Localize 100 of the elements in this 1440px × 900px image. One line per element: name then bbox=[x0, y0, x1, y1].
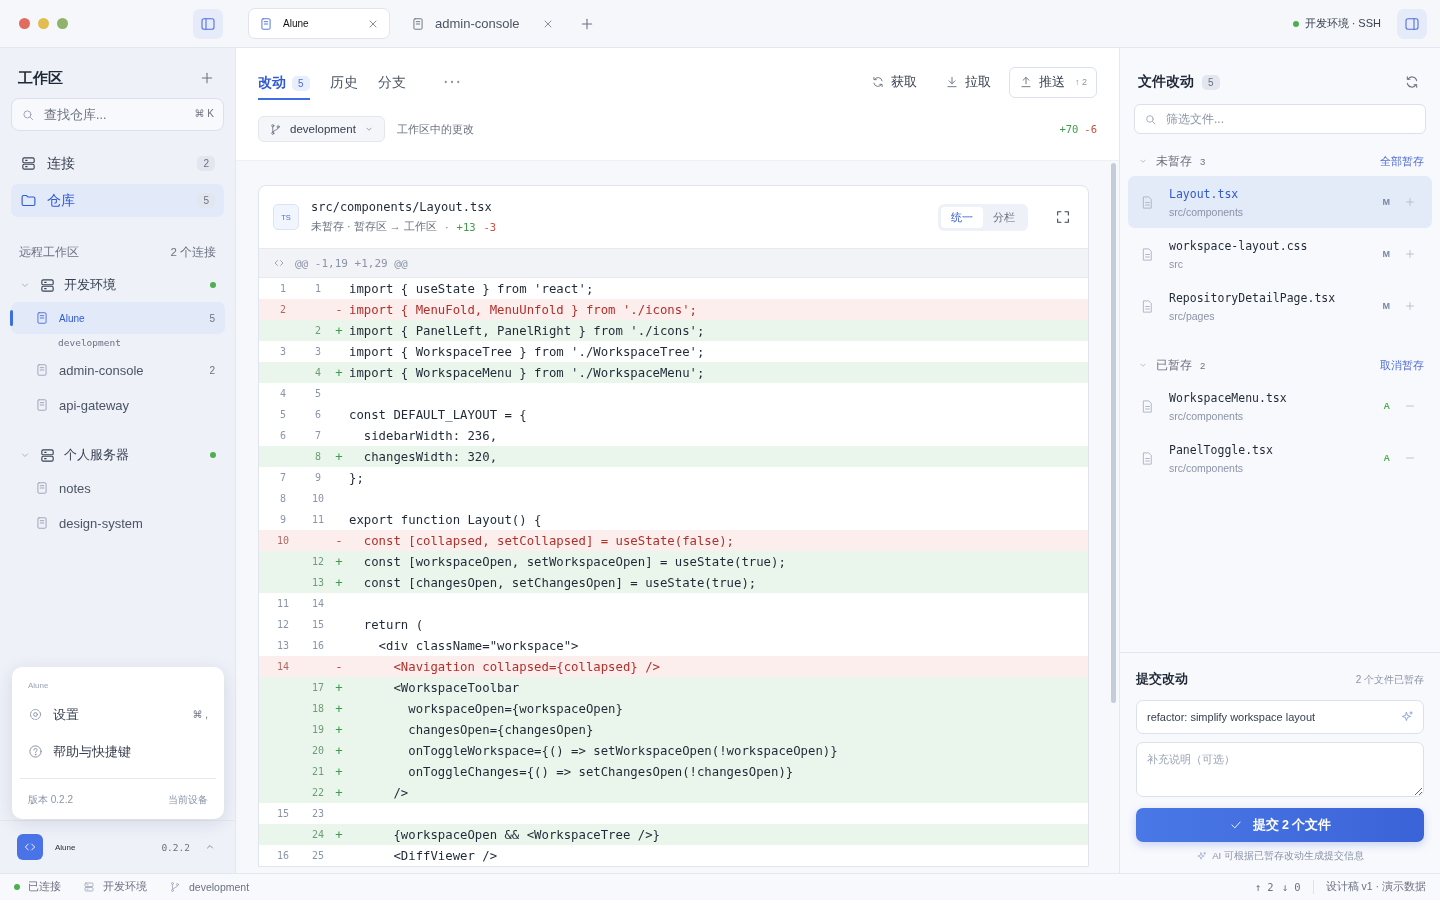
view-option[interactable]: 分栏 bbox=[983, 206, 1025, 228]
refresh-icon bbox=[1404, 74, 1420, 90]
code-icon bbox=[273, 257, 285, 269]
line-number: 6 bbox=[280, 430, 286, 441]
repository-tab[interactable]: Alune bbox=[248, 8, 390, 39]
changed-file-item[interactable]: RepositoryDetailPage.tsx src/pages M bbox=[1128, 280, 1432, 332]
changed-file-item[interactable]: Layout.tsx src/components M bbox=[1128, 176, 1432, 228]
minimize-window-button[interactable] bbox=[38, 18, 49, 29]
repository-item[interactable]: admin-console 2 bbox=[11, 354, 225, 386]
commit-title: 提交改动 bbox=[1136, 671, 1188, 688]
search-icon bbox=[1144, 113, 1157, 126]
code-text: import { WorkspaceMenu } from './WorkspaceMenu'; bbox=[349, 365, 705, 380]
count-badge: 5 bbox=[1202, 74, 1220, 90]
diff-sign: + bbox=[335, 365, 343, 380]
menu-item[interactable]: 设置 ⌘ , bbox=[12, 696, 224, 733]
server-icon bbox=[39, 276, 56, 294]
line-number: 10 bbox=[311, 493, 324, 504]
repository-item[interactable]: Alune 5 bbox=[11, 302, 225, 334]
close-window-button[interactable] bbox=[19, 18, 30, 29]
diff-sign: - bbox=[335, 302, 343, 317]
line-number: 19 bbox=[311, 724, 324, 735]
more-icon bbox=[443, 80, 460, 84]
line-number: 5 bbox=[280, 409, 286, 420]
diff-source-label: 未暂存 · 暂存区 → 工作区 bbox=[311, 219, 437, 234]
line-number: 23 bbox=[311, 808, 324, 819]
file-name: RepositoryDetailPage.tsx bbox=[1169, 290, 1336, 305]
line-number: 3 bbox=[280, 346, 286, 357]
line-number: 3 bbox=[315, 346, 321, 357]
line-number: 11 bbox=[276, 598, 289, 609]
branch-label: development bbox=[58, 337, 121, 348]
code-text: const [workspaceOpen, setWorkspaceOpen] = useState(true); bbox=[362, 554, 786, 569]
code-text: sidebarWidth: 236, bbox=[362, 428, 498, 443]
host-item[interactable]: 个人服务器 bbox=[0, 438, 235, 472]
environment-label: 开发环境 · SSH bbox=[1304, 16, 1381, 31]
sidebar-title: 工作区 bbox=[18, 68, 63, 88]
repository-tab[interactable]: admin-console bbox=[400, 8, 565, 39]
status-note: 设计稿 v1 · 演示数据 bbox=[1325, 880, 1426, 894]
version-label: 0.2.2 bbox=[161, 841, 190, 853]
host-item[interactable]: 开发环境 bbox=[0, 268, 235, 302]
document-icon bbox=[35, 311, 49, 325]
download-icon bbox=[945, 75, 959, 89]
repository-item[interactable]: api-gateway bbox=[11, 389, 225, 421]
line-number: 12 bbox=[276, 619, 289, 630]
repository-item[interactable]: design-system bbox=[11, 507, 225, 539]
group-count: 2 bbox=[1200, 359, 1206, 371]
group-action-link[interactable]: 全部暂存 bbox=[1380, 153, 1424, 169]
view-option[interactable]: 统一 bbox=[941, 206, 983, 228]
help-icon bbox=[28, 744, 43, 759]
changed-file-item[interactable]: WorkspaceMenu.tsx src/components A bbox=[1128, 380, 1432, 432]
git-action-button[interactable]: 拉取 bbox=[935, 66, 1001, 98]
diff-sign: - bbox=[335, 533, 343, 548]
commit-message-field[interactable]: refactor: simplify workspace layout bbox=[1136, 700, 1424, 734]
device-label: 当前设备 bbox=[168, 793, 208, 807]
group-action-link[interactable]: 取消暂存 bbox=[1380, 357, 1424, 373]
file-name: workspace-layout.css bbox=[1169, 238, 1308, 253]
branch-icon bbox=[169, 881, 181, 893]
view-tab[interactable]: 分支 bbox=[377, 68, 406, 100]
line-number: 11 bbox=[311, 514, 324, 525]
line-number: 20 bbox=[311, 745, 324, 756]
branch-dropdown[interactable]: development bbox=[258, 116, 385, 142]
shortcut-hint: ⌘ K bbox=[194, 108, 214, 119]
menu-item[interactable]: 帮助与快捷键 bbox=[12, 733, 224, 770]
description-field[interactable]: 补充说明（可选） bbox=[1136, 742, 1424, 797]
sparkle-icon bbox=[1196, 851, 1208, 862]
file-directory: src/components bbox=[1169, 205, 1244, 218]
commit-button[interactable]: 提交 2 个文件 bbox=[1136, 808, 1424, 842]
code-text: import { MenuFold, MenuUnfold } from './icons'; bbox=[349, 302, 697, 317]
separator-dot: · bbox=[444, 220, 449, 233]
changed-file-item[interactable]: PanelToggle.tsx src/components A bbox=[1128, 432, 1432, 484]
git-action-button[interactable]: 推送 ↑ 2 bbox=[1009, 66, 1097, 98]
line-number: 1 bbox=[315, 283, 321, 294]
refresh-icon bbox=[871, 75, 885, 89]
code-text: const [collapsed, setCollapsed] = useState(false); bbox=[362, 533, 734, 548]
view-tab[interactable]: 改动 5 bbox=[258, 68, 310, 100]
sidebar-toggle-button[interactable] bbox=[193, 8, 223, 39]
sidebar-icon bbox=[200, 15, 216, 32]
nav-item[interactable]: 仓库 5 bbox=[11, 184, 224, 217]
diff-sign: + bbox=[335, 764, 343, 779]
repository-item[interactable]: notes bbox=[11, 472, 225, 504]
changes-panel-toggle-button[interactable] bbox=[1397, 8, 1427, 39]
scrollbar-thumb[interactable] bbox=[1111, 163, 1116, 703]
hunk-range: @@ -1,19 +1,29 @@ bbox=[295, 256, 408, 270]
line-number: 2 bbox=[280, 304, 286, 315]
settings-icon bbox=[28, 707, 43, 722]
code-text: import { useState } from 'react'; bbox=[349, 281, 594, 296]
line-number: 2 bbox=[315, 325, 321, 336]
nav-item[interactable]: 连接 2 bbox=[11, 147, 224, 180]
code-text: return ( bbox=[362, 617, 424, 632]
zoom-window-button[interactable] bbox=[57, 18, 68, 29]
changed-file-item[interactable]: workspace-layout.css src M bbox=[1128, 228, 1432, 280]
file-status: M bbox=[1382, 249, 1390, 259]
line-number: 14 bbox=[311, 598, 324, 609]
view-tab[interactable]: 历史 bbox=[329, 68, 358, 100]
ahead-count: ↑ 2 bbox=[1254, 881, 1274, 893]
diff-sign: + bbox=[335, 449, 343, 464]
filter-field[interactable]: 筛选文件... bbox=[1134, 104, 1426, 134]
git-action-button[interactable]: 获取 bbox=[861, 66, 927, 98]
line-number: 15 bbox=[311, 619, 324, 630]
file-status: M bbox=[1382, 301, 1390, 311]
line-number: 9 bbox=[280, 514, 286, 525]
